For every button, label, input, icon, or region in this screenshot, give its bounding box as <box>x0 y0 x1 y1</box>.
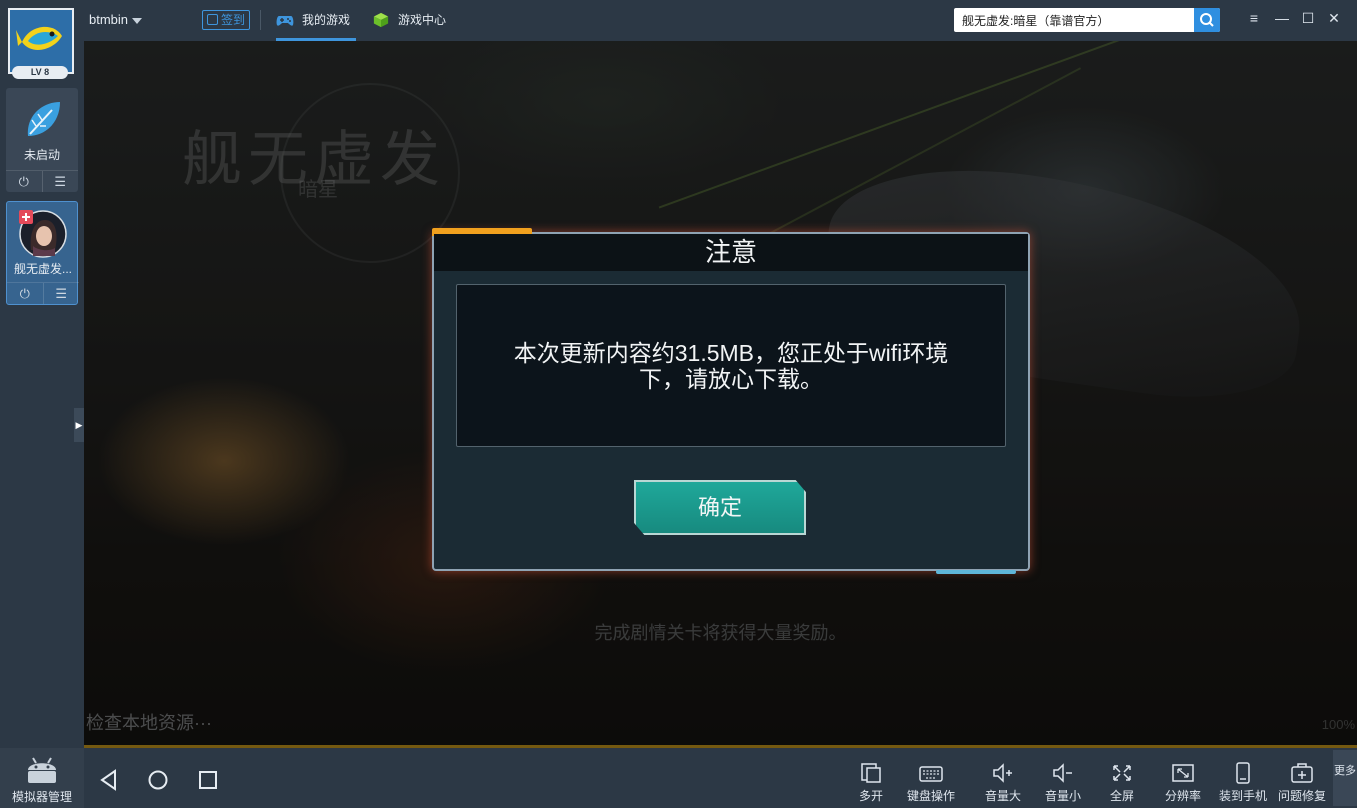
repair-kit-icon <box>1291 763 1313 783</box>
tool-label: 音量大 <box>984 789 1021 803</box>
simulator-manager-button[interactable]: 模拟器管理 <box>0 748 84 808</box>
dialog-accent <box>936 570 1016 574</box>
close-icon[interactable]: ✕ <box>1324 10 1344 27</box>
simulator-manager-label: 模拟器管理 <box>11 790 72 804</box>
instance-card-running[interactable]: 舰无虚发... ⏻ ☰ <box>6 201 80 305</box>
tool-label: 装到手机 <box>1218 789 1267 803</box>
game-screen[interactable]: 舰无虚发 暗星 完成剧情关卡将获得大量奖励。 检查本地资源··· 100% 注意… <box>84 41 1357 748</box>
volume-up-icon <box>993 763 1012 783</box>
resolution-button[interactable]: 分辨率 <box>1155 762 1211 806</box>
tool-label: 全屏 <box>1109 789 1134 803</box>
recents-icon[interactable] <box>197 769 219 791</box>
username: btmbin <box>89 12 129 27</box>
install-to-phone-button[interactable]: 装到手机 <box>1215 762 1271 806</box>
divider <box>260 10 261 30</box>
instance-card-idle[interactable]: 未启动 ⏻ ☰ <box>6 88 78 192</box>
account-dropdown[interactable]: btmbin <box>89 12 143 27</box>
confirm-button[interactable]: 确定 <box>634 480 806 535</box>
minimize-icon[interactable]: — <box>1272 10 1292 26</box>
phone-install-icon <box>1236 762 1250 784</box>
problem-repair-button[interactable]: 问题修复 <box>1274 762 1330 806</box>
tool-label: 问题修复 <box>1277 789 1326 803</box>
leaf-icon <box>18 96 66 144</box>
tool-label: 键盘操作 <box>906 789 955 803</box>
top-bar: btmbin 签到 我的游戏 游戏中心 舰无虚发:暗星（靠谱官方） ≡ — ☐ … <box>84 0 1357 41</box>
search-button[interactable] <box>1194 8 1220 32</box>
gamepad-icon <box>276 16 294 26</box>
tab-my-games[interactable]: 我的游戏 <box>276 0 356 41</box>
search-box <box>954 8 1220 32</box>
emulator-window: LV 8 未启动 ⏻ ☰ 舰无虚发... ⏻ ☰ ▶ 模拟器管理 btmbin … <box>0 0 1357 808</box>
fish-logo-icon <box>16 26 62 50</box>
tab-game-center[interactable]: 游戏中心 <box>372 0 462 41</box>
volume-up-button[interactable]: 音量大 <box>975 762 1031 806</box>
dialog-message-box: 本次更新内容约31.5MB，您正处于wifi环境下，请放心下载。 <box>456 284 1006 447</box>
power-icon[interactable]: ⏻ <box>6 171 42 192</box>
chevron-down-icon <box>132 17 143 24</box>
tool-label: 多开 <box>858 789 883 803</box>
home-icon[interactable] <box>147 769 169 791</box>
level-badge: LV 8 <box>12 66 68 79</box>
search-icon <box>1200 13 1214 27</box>
more-button[interactable]: 更多 <box>1333 750 1357 806</box>
tool-label: 音量小 <box>1044 789 1081 803</box>
volume-down-button[interactable]: 音量小 <box>1035 762 1091 806</box>
android-icon <box>28 757 56 783</box>
main-menu-icon[interactable]: ≡ <box>1244 10 1264 26</box>
keyboard-mapping-button[interactable]: 键盘操作 <box>903 762 959 806</box>
power-icon[interactable]: ⏻ <box>7 283 43 304</box>
cube-icon <box>373 12 389 28</box>
multi-instance-button[interactable]: 多开 <box>843 762 899 806</box>
dialog-message: 本次更新内容约31.5MB，您正处于wifi环境下，请放心下载。 <box>513 339 949 392</box>
user-avatar[interactable] <box>8 8 74 74</box>
checkin-button[interactable]: 签到 <box>202 10 250 30</box>
back-icon[interactable] <box>98 769 120 791</box>
tab-label: 我的游戏 <box>302 13 351 27</box>
update-notice-dialog: 注意 本次更新内容约31.5MB，您正处于wifi环境下，请放心下载。 确定 <box>432 228 1030 574</box>
search-input[interactable] <box>954 8 1194 32</box>
game-avatar-icon <box>19 210 67 258</box>
volume-down-icon <box>1053 763 1072 783</box>
resolution-icon <box>1172 764 1194 782</box>
menu-icon[interactable]: ☰ <box>41 171 79 192</box>
instance-sidebar: LV 8 未启动 ⏻ ☰ 舰无虚发... ⏻ ☰ ▶ 模拟器管理 <box>0 0 84 808</box>
calendar-check-icon <box>207 14 218 25</box>
instance-label: 未启动 <box>23 148 60 162</box>
tab-label: 游戏中心 <box>398 13 447 27</box>
menu-icon[interactable]: ☰ <box>42 283 80 304</box>
checkin-label: 签到 <box>221 13 246 27</box>
fullscreen-button[interactable]: 全屏 <box>1094 762 1150 806</box>
dialog-title: 注意 <box>434 234 1028 271</box>
instance-label: 舰无虚发... <box>13 262 72 276</box>
multi-window-icon <box>861 763 881 783</box>
maximize-icon[interactable]: ☐ <box>1298 10 1318 27</box>
fullscreen-icon <box>1113 765 1131 781</box>
keyboard-icon <box>919 766 943 782</box>
bottom-toolbar: 多开 键盘操作 音量大 音量小 全屏 分辨率 装到手机 问题修复 更多 <box>84 748 1357 808</box>
sidebar-collapse-handle[interactable]: ▶ <box>74 408 84 442</box>
tool-label: 分辨率 <box>1164 789 1201 803</box>
